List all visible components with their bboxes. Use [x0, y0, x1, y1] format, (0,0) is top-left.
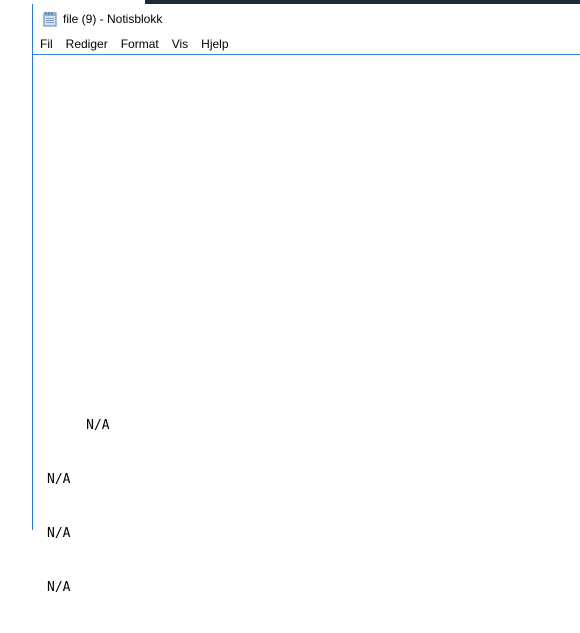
editor-text: N/A N/A N/A N/A — [47, 381, 110, 633]
text-editor-area[interactable]: N/A N/A N/A N/A — [33, 55, 580, 595]
menu-vis[interactable]: Vis — [165, 37, 194, 51]
menu-hjelp[interactable]: Hjelp — [194, 37, 234, 51]
window-title: file (9) - Notisblokk — [63, 12, 163, 26]
menu-rediger[interactable]: Rediger — [59, 37, 114, 51]
text-line: N/A — [47, 526, 71, 541]
text-line: N/A — [47, 472, 71, 487]
notepad-icon — [42, 11, 58, 27]
text-line: N/A — [47, 418, 110, 433]
background-window-area — [0, 0, 32, 530]
notepad-window: file (9) - Notisblokk Fil Rediger Format… — [32, 4, 580, 595]
title-bar[interactable]: file (9) - Notisblokk — [33, 4, 580, 34]
menu-bar: Fil Rediger Format Vis Hjelp — [33, 34, 580, 55]
menu-format[interactable]: Format — [114, 37, 165, 51]
menu-fil[interactable]: Fil — [33, 37, 59, 51]
text-line: N/A — [47, 580, 71, 595]
